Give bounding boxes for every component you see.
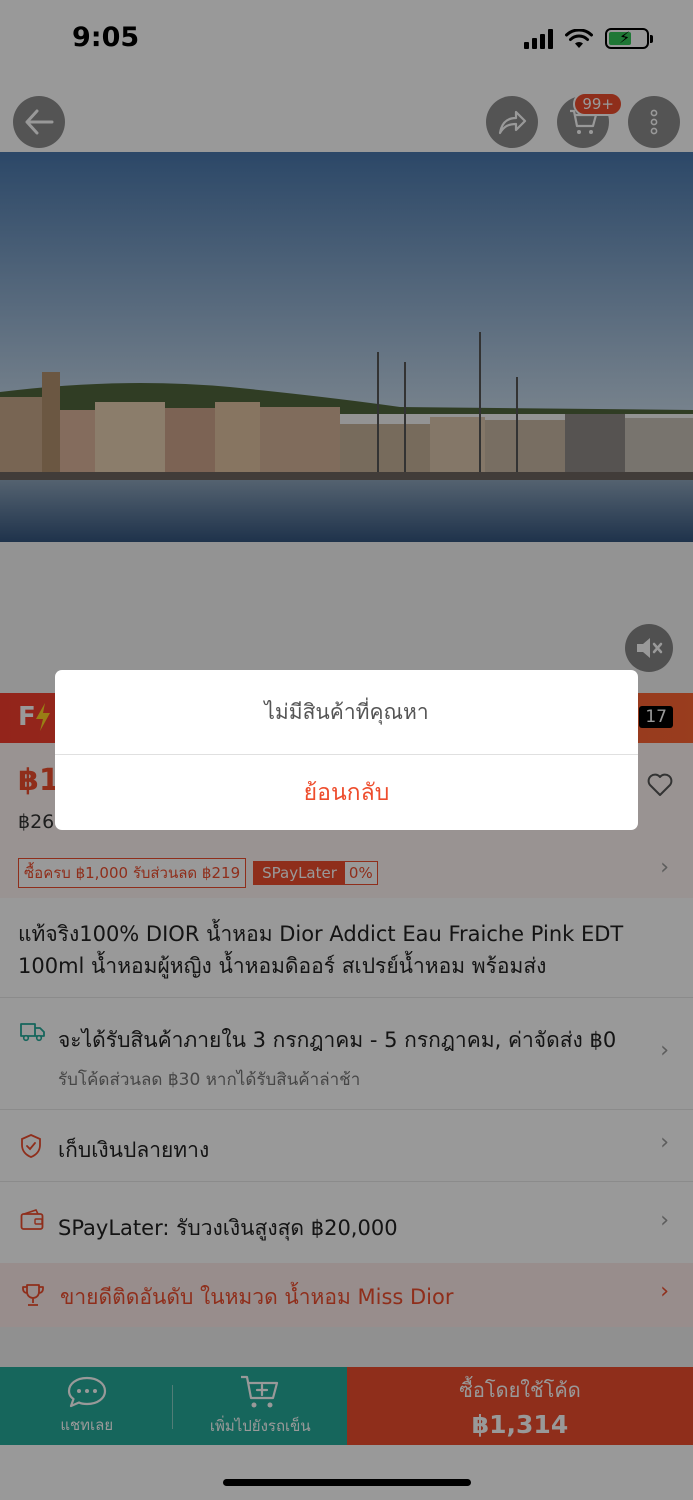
dialog-message: ไม่มีสินค้าที่คุณหา <box>55 670 638 755</box>
dialog-back-button[interactable]: ย้อนกลับ <box>55 755 638 830</box>
alert-dialog: ไม่มีสินค้าที่คุณหา ย้อนกลับ <box>55 670 638 830</box>
